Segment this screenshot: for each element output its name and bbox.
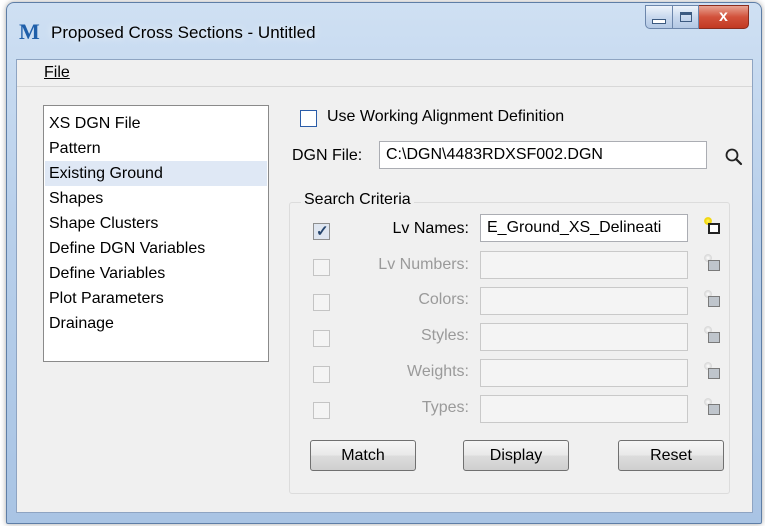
styles-checkbox[interactable] [313,330,330,347]
colors-picker-icon[interactable] [704,290,726,312]
weights-picker-icon[interactable] [704,362,726,384]
maximize-button[interactable] [673,5,699,29]
minimize-button[interactable] [645,5,673,29]
match-button[interactable]: Match [310,440,416,471]
nav-item-drainage[interactable]: Drainage [45,311,267,336]
nav-item-shape-clusters[interactable]: Shape Clusters [45,211,267,236]
search-criteria-title: Search Criteria [301,191,414,209]
nav-item-pattern[interactable]: Pattern [45,136,267,161]
colors-label: Colors: [418,291,469,308]
close-icon: x [719,8,728,25]
nav-item-shapes[interactable]: Shapes [45,186,267,211]
lv-names-field[interactable]: E_Ground_XS_Delineati [480,214,688,242]
types-label: Types: [421,399,469,416]
maximize-icon [679,12,692,22]
lv-numbers-picker-icon[interactable] [704,254,726,276]
nav-item-define-variables[interactable]: Define Variables [45,261,267,286]
weights-label: Weights: [407,363,469,380]
types-field[interactable] [480,395,688,423]
display-button[interactable]: Display [463,440,569,471]
close-button[interactable]: x [699,5,749,29]
colors-field[interactable] [480,287,688,315]
reset-button[interactable]: Reset [618,440,724,471]
dgn-file-label: DGN File: [292,147,363,164]
lv-names-picker-icon[interactable] [704,217,726,239]
types-picker-icon[interactable] [704,398,726,420]
menu-file-label: File [44,64,70,81]
menu-file[interactable]: File [44,64,70,81]
nav-item-xs-dgn-file[interactable]: XS DGN File [45,111,267,136]
window-title: Proposed Cross Sections - Untitled [51,23,316,42]
lv-numbers-field[interactable] [480,251,688,279]
title-bar[interactable]: Μ Proposed Cross Sections - Untitled x [7,3,761,53]
lv-numbers-label: Lv Numbers: [378,256,469,273]
lv-numbers-checkbox[interactable] [313,259,330,276]
search-icon[interactable] [723,146,745,168]
types-checkbox[interactable] [313,402,330,419]
nav-item-define-dgn-variables[interactable]: Define DGN Variables [45,236,267,261]
dialog-client-area: File XS DGN File Pattern Existing Ground… [16,59,753,513]
styles-label: Styles: [420,327,469,344]
menu-bar: File [17,60,752,87]
working-alignment-checkbox[interactable] [300,110,317,127]
nav-item-existing-ground[interactable]: Existing Ground [45,161,267,186]
section-list[interactable]: XS DGN File Pattern Existing Ground Shap… [43,105,269,362]
lv-names-checkbox[interactable] [313,222,330,240]
minimize-icon [652,18,666,24]
dialog-window: Μ Proposed Cross Sections - Untitled x F… [6,2,762,524]
caption-buttons: x [645,5,749,31]
colors-checkbox[interactable] [313,294,330,311]
dgn-file-field[interactable]: C:\DGN\4483RDXSF002.DGN [379,141,707,169]
working-alignment-label: Use Working Alignment Definition [327,108,565,125]
styles-field[interactable] [480,323,688,351]
nav-item-plot-parameters[interactable]: Plot Parameters [45,286,267,311]
styles-picker-icon[interactable] [704,326,726,348]
weights-checkbox[interactable] [313,366,330,383]
app-icon: Μ [19,19,40,44]
lv-names-label: Lv Names: [392,220,469,237]
weights-field[interactable] [480,359,688,387]
